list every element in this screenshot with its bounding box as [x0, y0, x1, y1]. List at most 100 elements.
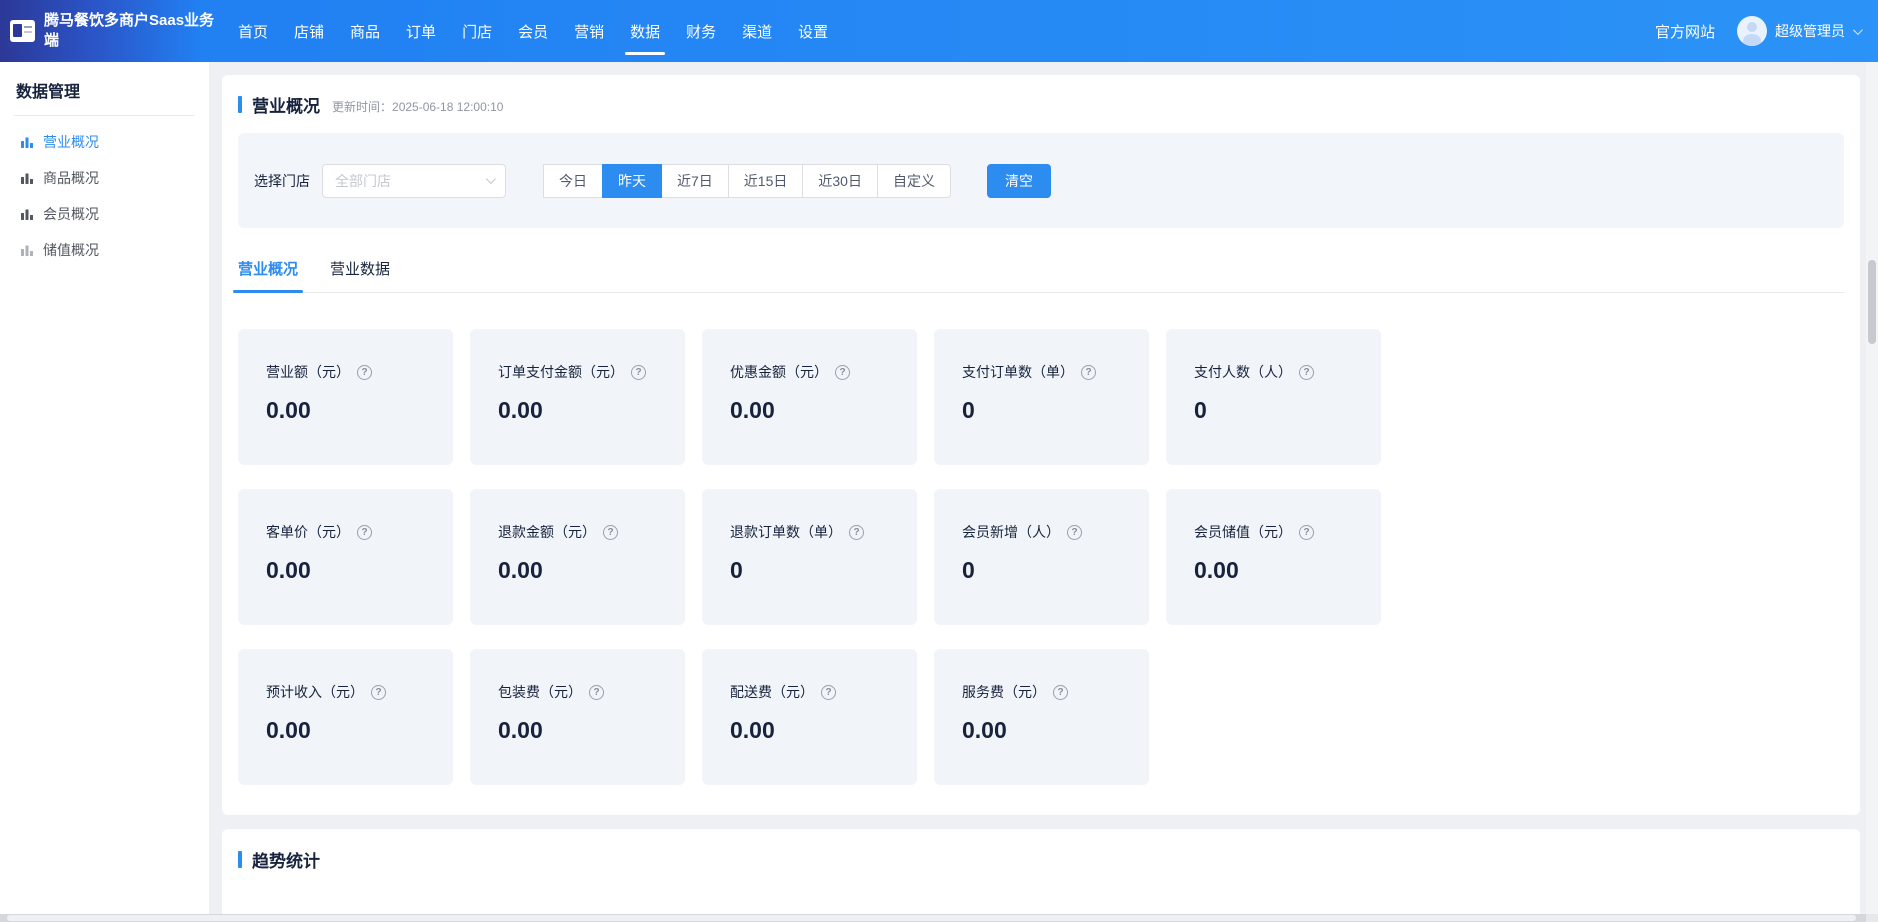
nav-item[interactable]: 营销 — [561, 0, 617, 62]
stat-card: 支付订单数（单） ? 0 — [934, 329, 1149, 465]
nav-item[interactable]: 订单 — [393, 0, 449, 62]
store-select-label: 选择门店 — [254, 171, 310, 191]
nav-item-label: 营销 — [574, 21, 604, 42]
stat-card-header: 订单支付金额（元） ? — [498, 362, 657, 382]
stat-card-header: 预计收入（元） ? — [266, 682, 425, 702]
nav-item[interactable]: 首页 — [225, 0, 281, 62]
trend-panel: 趋势统计 — [222, 829, 1860, 914]
help-icon[interactable]: ? — [357, 365, 372, 380]
stat-label: 退款金额（元） — [498, 522, 596, 542]
help-icon[interactable]: ? — [1067, 525, 1082, 540]
stat-card: 支付人数（人） ? 0 — [1166, 329, 1381, 465]
update-time-label: 更新时间： — [332, 100, 392, 114]
sidebar-title: 数据管理 — [0, 62, 209, 115]
date-range-button[interactable]: 昨天 — [602, 164, 662, 198]
help-icon[interactable]: ? — [631, 365, 646, 380]
stat-card-header: 服务费（元） ? — [962, 682, 1121, 702]
date-range-button[interactable]: 近30日 — [802, 164, 878, 198]
help-icon[interactable]: ? — [835, 365, 850, 380]
nav-item[interactable]: 财务 — [673, 0, 729, 62]
horizontal-scrollbar[interactable] — [0, 914, 1866, 922]
clear-button[interactable]: 清空 — [987, 164, 1051, 198]
help-icon[interactable]: ? — [589, 685, 604, 700]
sidebar-item[interactable]: 会员概况 — [0, 196, 209, 232]
top-navbar: 腾马餐饮多商户Saas业务端 首页 店铺 商品 订单 门店 会员 营销 数据 财… — [0, 0, 1878, 62]
date-range-button[interactable]: 近7日 — [661, 164, 729, 198]
nav-item[interactable]: 门店 — [449, 0, 505, 62]
nav-item-label: 数据 — [630, 21, 660, 42]
tab-label: 营业数据 — [330, 261, 390, 278]
stat-card-header: 退款订单数（单） ? — [730, 522, 889, 542]
vertical-scrollbar[interactable] — [1866, 62, 1878, 914]
date-range-label: 近30日 — [818, 171, 862, 191]
help-icon[interactable]: ? — [821, 685, 836, 700]
stat-label: 会员储值（元） — [1194, 522, 1292, 542]
stat-cards-grid: 营业额（元） ? 0.00 订单支付金额（元） ? 0.00 优惠金额（元） ? — [238, 329, 1844, 785]
nav-item[interactable]: 商品 — [337, 0, 393, 62]
stat-label: 包装费（元） — [498, 682, 582, 702]
nav-item[interactable]: 店铺 — [281, 0, 337, 62]
stat-label: 客单价（元） — [266, 522, 350, 542]
stat-card-header: 营业额（元） ? — [266, 362, 425, 382]
chevron-down-icon — [486, 174, 496, 184]
date-range-button[interactable]: 近15日 — [728, 164, 804, 198]
help-icon[interactable]: ? — [357, 525, 372, 540]
stat-label: 预计收入（元） — [266, 682, 364, 702]
bar-chart-icon — [20, 171, 34, 185]
stat-value: 0.00 — [498, 717, 657, 744]
nav-item[interactable]: 渠道 — [729, 0, 785, 62]
stat-card-header: 包装费（元） ? — [498, 682, 657, 702]
nav-item-label: 会员 — [518, 21, 548, 42]
store-select[interactable]: 全部门店 — [322, 164, 506, 198]
tab[interactable]: 营业数据 — [330, 258, 390, 292]
update-time-value: 2025-06-18 12:00:10 — [392, 100, 503, 114]
stat-card-header: 优惠金额（元） ? — [730, 362, 889, 382]
help-icon[interactable]: ? — [1299, 525, 1314, 540]
nav-item[interactable]: 会员 — [505, 0, 561, 62]
scrollbar-corner — [1866, 914, 1878, 922]
sidebar-item[interactable]: 储值概况 — [0, 232, 209, 268]
horizontal-scrollbar-thumb[interactable] — [7, 915, 1856, 921]
help-icon[interactable]: ? — [849, 525, 864, 540]
user-menu[interactable]: 超级管理员 — [1737, 16, 1860, 46]
date-range-label: 今日 — [559, 171, 587, 191]
sidebar-item-label: 商品概况 — [43, 168, 99, 188]
help-icon[interactable]: ? — [1081, 365, 1096, 380]
nav-item[interactable]: 数据 — [617, 0, 673, 62]
brand: 腾马餐饮多商户Saas业务端 — [0, 11, 225, 51]
stat-card: 会员储值（元） ? 0.00 — [1166, 489, 1381, 625]
accent-bar — [238, 851, 242, 868]
nav-item-label: 渠道 — [742, 21, 772, 42]
vertical-scrollbar-thumb[interactable] — [1868, 260, 1876, 344]
official-site-link[interactable]: 官方网站 — [1655, 21, 1715, 42]
stat-card: 订单支付金额（元） ? 0.00 — [470, 329, 685, 465]
stat-value: 0.00 — [266, 397, 425, 424]
stat-label: 支付订单数（单） — [962, 362, 1074, 382]
top-nav-menu: 首页 店铺 商品 订单 门店 会员 营销 数据 财务 渠道 设置 — [225, 0, 841, 62]
help-icon[interactable]: ? — [603, 525, 618, 540]
stat-card: 会员新增（人） ? 0 — [934, 489, 1149, 625]
date-range-button[interactable]: 今日 — [543, 164, 603, 198]
stat-label: 优惠金额（元） — [730, 362, 828, 382]
help-icon[interactable]: ? — [1053, 685, 1068, 700]
stat-card: 优惠金额（元） ? 0.00 — [702, 329, 917, 465]
date-range-label: 昨天 — [618, 171, 646, 191]
sidebar-item[interactable]: 商品概况 — [0, 160, 209, 196]
nav-item[interactable]: 设置 — [785, 0, 841, 62]
date-range-group: 今日 昨天 近7日 近15日 近30日 自定义 — [544, 164, 951, 198]
sidebar-item-label: 会员概况 — [43, 204, 99, 224]
date-range-button[interactable]: 自定义 — [877, 164, 951, 198]
update-time: 更新时间：2025-06-18 12:00:10 — [332, 98, 503, 115]
help-icon[interactable]: ? — [371, 685, 386, 700]
nav-item-label: 财务 — [686, 21, 716, 42]
brand-name: 腾马餐饮多商户Saas业务端 — [44, 11, 216, 51]
panel-header: 趋势统计 — [238, 847, 1844, 872]
date-range-label: 自定义 — [893, 171, 935, 191]
help-icon[interactable]: ? — [1299, 365, 1314, 380]
stat-card: 退款金额（元） ? 0.00 — [470, 489, 685, 625]
nav-item-label: 设置 — [798, 21, 828, 42]
sidebar-item[interactable]: 营业概况 — [0, 124, 209, 160]
stat-value: 0 — [962, 557, 1121, 584]
tab[interactable]: 营业概况 — [238, 258, 298, 292]
stat-card: 客单价（元） ? 0.00 — [238, 489, 453, 625]
